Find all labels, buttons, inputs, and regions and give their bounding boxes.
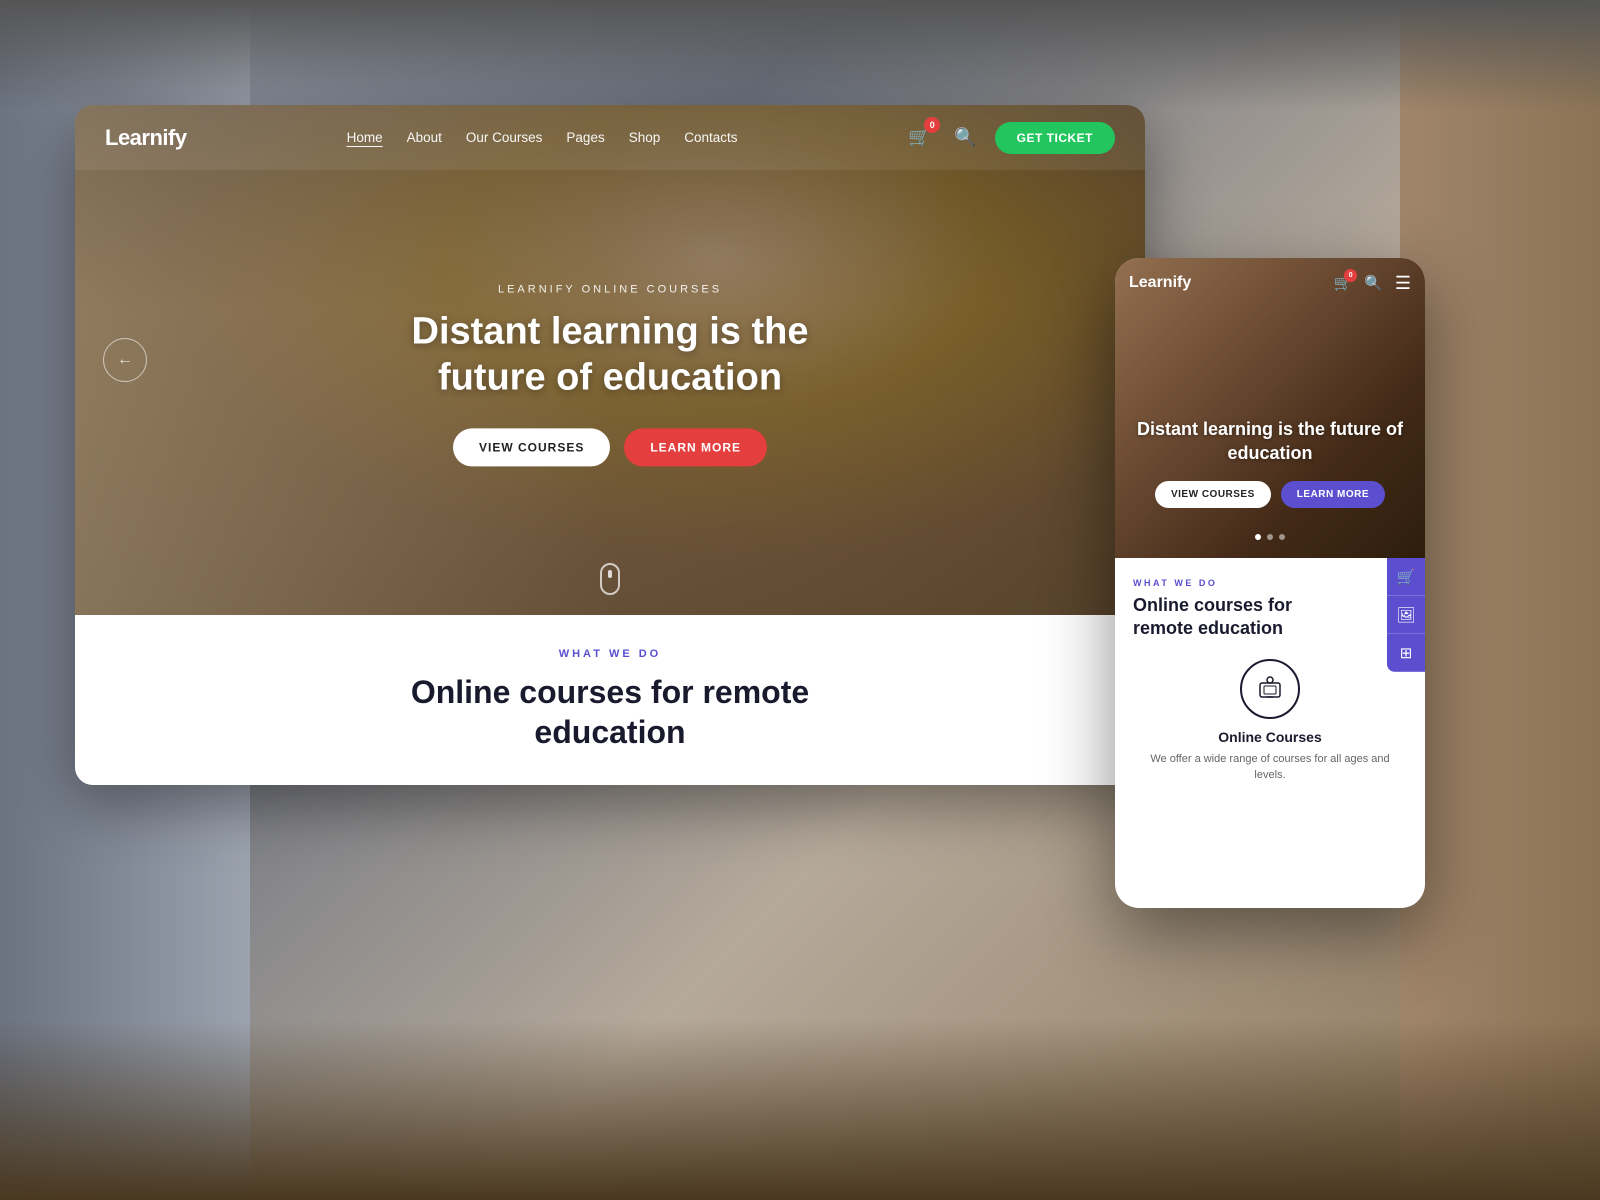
mobile-slider-dots	[1255, 534, 1285, 540]
nav-links: Home About Our Courses Pages Shop Contac…	[347, 129, 738, 147]
mobile-navbar: Learnify 🛒 0 🔍 ☰	[1115, 258, 1425, 308]
mobile-sidebar: 🛒 🖼 ⊞	[1387, 558, 1425, 672]
scroll-dot	[608, 570, 612, 578]
mobile-brand-logo: Learnify	[1129, 274, 1191, 292]
nav-item-about[interactable]: About	[407, 129, 442, 147]
dot-2[interactable]	[1267, 534, 1273, 540]
mobile-sidebar-image-icon[interactable]: 🖼	[1387, 596, 1425, 634]
learn-more-button[interactable]: LEARN MORE	[624, 429, 767, 467]
mobile-course-card: Online Courses We offer a wide range of …	[1133, 659, 1407, 784]
mobile-sidebar-cart-icon[interactable]: 🛒	[1387, 558, 1425, 596]
mobile-search-icon[interactable]: 🔍	[1364, 274, 1383, 292]
nav-item-pages[interactable]: Pages	[566, 129, 604, 147]
nav-item-shop[interactable]: Shop	[629, 129, 661, 147]
nav-item-courses[interactable]: Our Courses	[466, 129, 543, 147]
nav-item-contacts[interactable]: Contacts	[684, 129, 737, 147]
courses-main-title: Online courses for remote education	[411, 672, 809, 752]
desktop-hero: Learnify Home About Our Courses Pages Sh…	[75, 105, 1145, 615]
mobile-sidebar-layout-icon[interactable]: ⊞	[1387, 634, 1425, 672]
mobile-cart-button[interactable]: 🛒 0	[1333, 274, 1352, 293]
mobile-hero: Learnify 🛒 0 🔍 ☰ Distant learning is the…	[1115, 258, 1425, 558]
cart-button[interactable]: 🛒 0	[902, 121, 936, 155]
mobile-nav-right: 🛒 0 🔍 ☰	[1333, 273, 1411, 294]
desktop-mockup: Learnify Home About Our Courses Pages Sh…	[75, 105, 1145, 785]
cart-badge: 0	[924, 117, 940, 133]
nav-link-shop[interactable]: Shop	[629, 130, 661, 145]
mobile-course-card-desc: We offer a wide range of courses for all…	[1143, 751, 1397, 784]
bg-bottom-gradient	[0, 1020, 1600, 1200]
mobile-cart-badge: 0	[1344, 269, 1357, 282]
desktop-bottom-section: WHAT WE DO Online courses for remote edu…	[75, 615, 1145, 785]
hero-title: Distant learning is the future of educat…	[360, 309, 860, 400]
nav-link-courses[interactable]: Our Courses	[466, 130, 543, 145]
search-icon[interactable]: 🔍	[954, 127, 976, 148]
nav-item-home[interactable]: Home	[347, 129, 383, 147]
hero-buttons: VIEW COURSES LEARN MORE	[360, 429, 860, 467]
mobile-bottom-section: WHAT WE DO Online courses forremote educ…	[1115, 558, 1425, 804]
what-we-do-label: WHAT WE DO	[559, 648, 662, 660]
mobile-view-courses-button[interactable]: VIEW COURSES	[1155, 481, 1271, 508]
bg-top-gradient	[0, 0, 1600, 110]
mobile-hero-buttons: VIEW COURSES LEARN MORE	[1135, 481, 1405, 508]
view-courses-button[interactable]: VIEW COURSES	[453, 429, 610, 467]
mobile-what-we-do-label: WHAT WE DO	[1133, 578, 1407, 588]
brand-logo: Learnify	[105, 125, 187, 151]
course-icon	[1240, 659, 1300, 719]
mobile-course-card-title: Online Courses	[1143, 729, 1397, 745]
mobile-mockup: Learnify 🛒 0 🔍 ☰ Distant learning is the…	[1115, 258, 1425, 908]
mobile-hero-title: Distant learning is the future of educat…	[1135, 418, 1405, 465]
get-ticket-button[interactable]: GET TICKET	[995, 122, 1115, 154]
mobile-hero-content: Distant learning is the future of educat…	[1115, 418, 1425, 508]
nav-right: 🛒 0 🔍 GET TICKET	[902, 121, 1115, 155]
mobile-courses-title: Online courses forremote education	[1133, 594, 1407, 641]
nav-link-home[interactable]: Home	[347, 130, 383, 145]
dot-3[interactable]	[1279, 534, 1285, 540]
mobile-learn-more-button[interactable]: LEARN MORE	[1281, 481, 1385, 508]
hero-content: LEARNIFY ONLINE COURSES Distant learning…	[360, 283, 860, 466]
hero-subtitle: LEARNIFY ONLINE COURSES	[360, 283, 860, 295]
dot-1[interactable]	[1255, 534, 1261, 540]
mobile-menu-icon[interactable]: ☰	[1395, 273, 1411, 294]
scroll-indicator	[600, 563, 620, 595]
nav-link-pages[interactable]: Pages	[566, 130, 604, 145]
prev-arrow-button[interactable]: ←	[103, 338, 147, 382]
nav-link-contacts[interactable]: Contacts	[684, 130, 737, 145]
nav-link-about[interactable]: About	[407, 130, 442, 145]
desktop-navbar: Learnify Home About Our Courses Pages Sh…	[75, 105, 1145, 170]
